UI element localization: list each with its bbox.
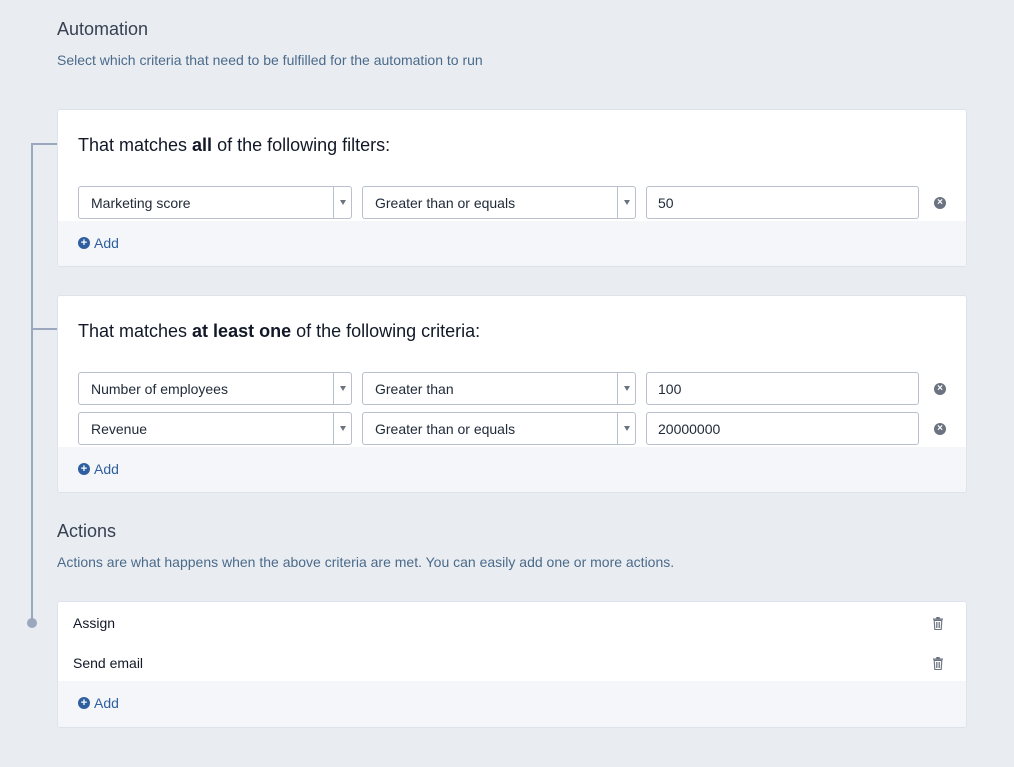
filters-any-card: That matches at least one of the followi… [57, 295, 967, 493]
actions-description: Actions are what happens when the above … [57, 554, 675, 570]
operator-select-value: Greater than or equals [375, 195, 516, 211]
actions-title: Actions [57, 521, 117, 541]
operator-select-value: Greater than [375, 381, 454, 397]
actions-card: Assign Send email + Add [57, 601, 967, 728]
field-select[interactable]: Number of employees [78, 372, 352, 405]
filters-all-footer: + Add [58, 221, 966, 266]
connector-end-dot [27, 618, 37, 628]
select-divider [333, 373, 334, 404]
field-select-value: Number of employees [91, 381, 228, 397]
chevron-down-icon [624, 200, 630, 205]
field-select-value: Revenue [91, 421, 148, 437]
add-label: Add [94, 695, 119, 711]
trash-icon[interactable] [932, 657, 944, 670]
chevron-down-icon [340, 200, 346, 205]
add-label: Add [94, 461, 119, 477]
value-input[interactable] [646, 186, 919, 219]
connector-line [31, 143, 33, 623]
plus-circle-icon: + [78, 697, 90, 709]
add-label: Add [94, 235, 119, 251]
field-select[interactable]: Marketing score [78, 186, 352, 219]
actions-add-button[interactable]: + Add [78, 695, 119, 711]
remove-circle-icon[interactable]: × [934, 383, 946, 395]
value-input[interactable] [646, 412, 919, 445]
trash-icon[interactable] [932, 617, 944, 630]
connector-branch-all [31, 143, 57, 145]
field-select[interactable]: Revenue [78, 412, 352, 445]
select-divider [617, 413, 618, 444]
filters-any-heading: That matches at least one of the followi… [78, 321, 481, 341]
chevron-down-icon [624, 426, 630, 431]
operator-select[interactable]: Greater than or equals [362, 412, 636, 445]
plus-circle-icon: + [78, 463, 90, 475]
operator-select[interactable]: Greater than or equals [362, 186, 636, 219]
operator-select-value: Greater than or equals [375, 421, 516, 437]
remove-circle-icon[interactable]: × [934, 423, 946, 435]
filters-all-heading: That matches all of the following filter… [78, 135, 391, 155]
plus-circle-icon: + [78, 237, 90, 249]
automation-description: Select which criteria that need to be fu… [57, 52, 483, 68]
chevron-down-icon [340, 426, 346, 431]
automation-title: Automation [57, 19, 149, 39]
select-divider [617, 373, 618, 404]
connector-branch-any [31, 328, 57, 330]
operator-select[interactable]: Greater than [362, 372, 636, 405]
action-item[interactable]: Assign [73, 615, 951, 635]
action-label: Send email [73, 655, 144, 671]
chevron-down-icon [340, 386, 346, 391]
select-divider [333, 187, 334, 218]
select-divider [333, 413, 334, 444]
select-divider [617, 187, 618, 218]
actions-footer: + Add [58, 681, 966, 727]
filters-all-card: That matches all of the following filter… [57, 109, 967, 267]
filters-any-footer: + Add [58, 447, 966, 492]
chevron-down-icon [624, 386, 630, 391]
remove-circle-icon[interactable]: × [934, 197, 946, 209]
action-label: Assign [73, 615, 116, 631]
value-input[interactable] [646, 372, 919, 405]
filters-all-add-button[interactable]: + Add [78, 235, 119, 251]
filters-any-add-button[interactable]: + Add [78, 461, 119, 477]
field-select-value: Marketing score [91, 195, 191, 211]
action-item[interactable]: Send email [73, 655, 951, 675]
